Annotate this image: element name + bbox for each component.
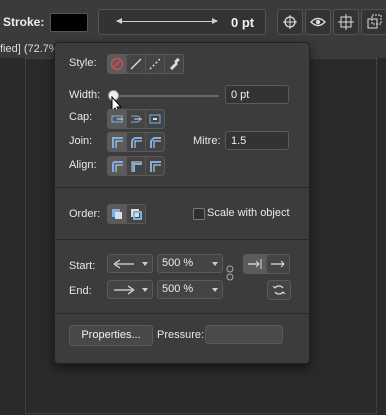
stroke-width-value: 0 pt [231,15,255,30]
document-title: fied] (72.7% [0,43,59,55]
align-button-group [107,156,165,176]
start-scale-dropdown[interactable]: 500 % [157,254,223,273]
start-scale-value: 500 % [162,257,194,269]
order-stroke-behind-icon[interactable] [108,205,127,223]
align-label: Align: [69,159,97,171]
style-brush-icon[interactable] [165,55,183,73]
order-stroke-front-icon[interactable] [127,205,145,223]
cap-round-icon[interactable] [127,110,146,128]
order-button-group [107,204,146,224]
arrowhead-outside-icon[interactable] [267,255,289,273]
cap-button-group [107,109,165,129]
style-label: Style: [69,57,97,69]
width-value-field[interactable]: 0 pt [225,85,289,104]
cap-square-icon[interactable] [146,110,164,128]
stroke-width-arrow-icon [116,18,218,24]
divider [55,239,309,240]
start-arrowhead-dropdown[interactable] [107,254,153,273]
stroke-label: Stroke: [3,15,45,29]
arrowhead-inside-icon[interactable] [244,255,267,273]
join-label: Join: [69,135,93,147]
style-dashed-line-icon[interactable] [146,55,165,73]
stroke-color-swatch[interactable] [50,13,88,32]
style-button-group [107,54,184,74]
arrowhead-position-group [243,254,290,274]
cap-label: Cap: [69,111,93,123]
end-arrowhead-dropdown[interactable] [107,280,153,299]
join-button-group [107,132,165,152]
end-label: End: [69,285,92,297]
join-round-icon[interactable] [127,133,146,151]
stroke-panel: Style: Width: 0 pt Cap: Join: Mitre: 1.5… [54,42,310,364]
pressure-label: Pressure: [157,329,205,341]
link-scales-icon[interactable] [226,265,234,281]
scale-with-object-checkbox[interactable] [193,208,205,220]
style-solid-line-icon[interactable] [127,55,146,73]
mitre-value-field[interactable]: 1.5 [225,131,289,150]
start-label: Start: [69,260,96,272]
align-icon[interactable] [333,9,359,35]
mitre-label: Mitre: [193,135,221,147]
pressure-graph-field[interactable] [205,325,283,344]
swap-arrowheads-icon[interactable] [268,281,290,299]
join-miter-icon[interactable] [108,133,127,151]
align-outside-icon[interactable] [146,157,164,175]
order-label: Order: [69,208,101,220]
stroke-width-dropdown[interactable]: 0 pt [98,9,266,35]
style-none-icon[interactable] [108,55,127,73]
width-slider-track[interactable] [115,95,219,97]
join-bevel-icon[interactable] [146,133,164,151]
properties-button[interactable]: Properties... [69,325,153,346]
divider [55,187,309,188]
width-label: Width: [69,89,101,101]
scale-with-object-label: Scale with object [207,207,290,219]
align-center-icon[interactable] [108,157,127,175]
swap-arrowheads-group [267,280,291,300]
cap-butt-icon[interactable] [108,110,127,128]
end-arrow-icon [114,285,135,295]
end-scale-value: 500 % [162,283,194,295]
view-eye-icon[interactable] [305,9,331,35]
align-inside-icon[interactable] [127,157,146,175]
transform-icon[interactable] [361,9,386,35]
snap-target-icon[interactable] [277,9,303,35]
divider [55,313,309,314]
end-scale-dropdown[interactable]: 500 % [157,280,223,299]
start-arrow-icon [113,259,134,269]
context-toolbar: Stroke: 0 pt [0,0,386,41]
